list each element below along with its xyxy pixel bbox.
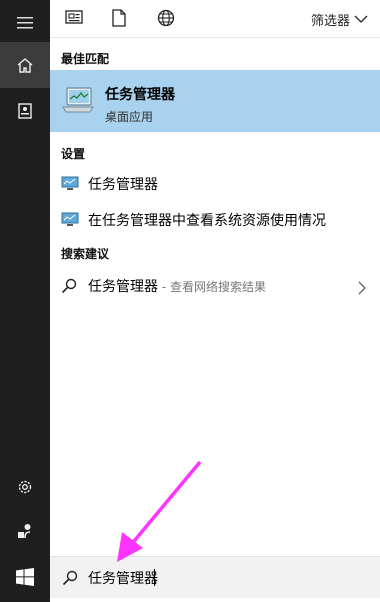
monitor-settings-icon bbox=[61, 212, 79, 231]
suggestion-hint: - 查看网络搜索结果 bbox=[158, 280, 266, 294]
home-icon bbox=[17, 57, 33, 73]
web-filter-button[interactable] bbox=[157, 9, 177, 29]
web-suggestion[interactable]: 任务管理器 - 查看网络搜索结果 bbox=[50, 270, 380, 302]
settings-gear-icon bbox=[18, 480, 32, 494]
settings-result-label: 在任务管理器中查看系统资源使用情况 bbox=[88, 213, 326, 229]
best-match-title: 任务管理器 bbox=[105, 87, 175, 103]
filter-label: 筛选器 bbox=[310, 13, 350, 29]
section-settings: 设置 bbox=[61, 147, 86, 161]
chevron-right-icon[interactable] bbox=[358, 280, 366, 299]
settings-result-label: 任务管理器 bbox=[88, 177, 158, 193]
start-button[interactable] bbox=[0, 554, 50, 600]
best-match-subtitle: 桌面应用 bbox=[105, 110, 154, 124]
text-caret bbox=[154, 569, 155, 586]
settings-button[interactable] bbox=[0, 464, 50, 510]
hamburger-menu-icon bbox=[17, 17, 33, 29]
left-rail bbox=[0, 0, 50, 602]
document-view-icon bbox=[65, 10, 83, 24]
document-icon bbox=[112, 9, 126, 27]
feedback-button[interactable] bbox=[0, 508, 50, 554]
notebook-button[interactable] bbox=[0, 88, 50, 134]
documents-filter-button[interactable] bbox=[111, 9, 131, 29]
suggestion-text: 任务管理器 - 查看网络搜索结果 bbox=[88, 276, 266, 296]
settings-result-2[interactable]: 在任务管理器中查看系统资源使用情况 bbox=[50, 204, 380, 236]
feedback-icon bbox=[18, 524, 31, 539]
search-icon bbox=[61, 278, 77, 298]
best-match-result[interactable]: 任务管理器 桌面应用 bbox=[50, 70, 380, 132]
home-button[interactable] bbox=[0, 42, 50, 88]
globe-icon bbox=[157, 9, 175, 27]
apps-filter-button[interactable] bbox=[65, 9, 85, 29]
task-manager-app-icon bbox=[61, 85, 95, 119]
search-toolbar: 筛选器 bbox=[50, 0, 380, 38]
search-input[interactable] bbox=[88, 567, 338, 589]
menu-button[interactable] bbox=[0, 0, 50, 46]
settings-result-1[interactable]: 任务管理器 bbox=[50, 168, 380, 200]
search-icon bbox=[62, 570, 78, 590]
monitor-settings-icon bbox=[61, 176, 79, 195]
chevron-down-icon bbox=[354, 15, 368, 23]
suggestion-label: 任务管理器 bbox=[88, 279, 158, 295]
section-search-suggestions: 搜索建议 bbox=[61, 247, 110, 261]
notebook-icon bbox=[18, 103, 32, 119]
taskbar-search-box[interactable] bbox=[50, 556, 380, 598]
filter-dropdown[interactable]: 筛选器 bbox=[311, 9, 368, 29]
section-best-match: 最佳匹配 bbox=[61, 52, 110, 66]
windows-start-icon bbox=[16, 568, 34, 586]
